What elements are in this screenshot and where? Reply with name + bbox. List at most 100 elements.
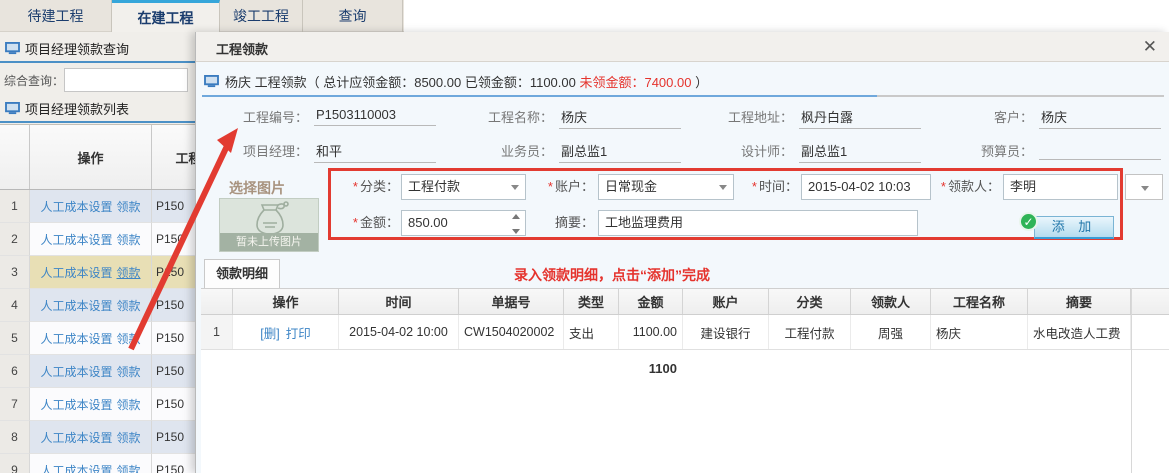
amount-stepper[interactable]: 850.00 — [401, 210, 526, 236]
collect-payment-link[interactable]: 领款 — [117, 462, 141, 473]
time-label: *时间： — [730, 174, 798, 200]
detail-table-panel: 操作时间单据号类型金额账户分类领款人工程名称摘要 1[删]打印2015-04-0… — [201, 288, 1169, 473]
print-link[interactable]: 打印 — [286, 323, 311, 342]
collect-payment-link[interactable]: 领款 — [117, 363, 141, 380]
row-index: 1 — [0, 190, 30, 223]
info-field-value: 副总监1 — [799, 138, 921, 163]
time-input[interactable]: 2015-04-02 10:03 — [801, 174, 931, 200]
labor-cost-setup-link[interactable]: 人工成本设置 — [40, 264, 112, 281]
info-field-label: 工程名称： — [443, 107, 553, 126]
info-field-value: 枫丹白露 — [799, 104, 921, 129]
add-button[interactable]: 添 加 — [1034, 216, 1114, 239]
row-op-cell: 人工成本设置领款 — [30, 190, 152, 223]
delete-link[interactable]: [删] — [260, 323, 279, 342]
sidebar-search-row: 综合查询： — [0, 65, 195, 95]
payee-label: *领款人： — [918, 174, 1000, 200]
info-field: 客户：杨庆 — [921, 104, 1161, 130]
labor-cost-setup-link[interactable]: 人工成本设置 — [40, 198, 112, 215]
row-op-cell: 人工成本设置领款 — [30, 454, 152, 473]
row-op-cell: 人工成本设置领款 — [30, 421, 152, 454]
collect-payment-link[interactable]: 领款 — [117, 231, 141, 248]
category-select[interactable]: 工程付款 — [401, 174, 526, 200]
search-input[interactable] — [64, 68, 188, 92]
info-field-value: 副总监1 — [559, 138, 681, 163]
payee-dropdown-button[interactable] — [1125, 174, 1163, 200]
tab-pending[interactable]: 待建工程 — [0, 0, 112, 32]
row-op-cell: 人工成本设置领款 — [30, 355, 152, 388]
labor-cost-setup-link[interactable]: 人工成本设置 — [40, 330, 112, 347]
collect-payment-link[interactable]: 领款 — [117, 429, 141, 446]
collect-payment-link[interactable]: 领款 — [117, 297, 141, 314]
detail-cell: 1100.00 — [619, 315, 683, 349]
labor-cost-setup-link[interactable]: 人工成本设置 — [40, 462, 112, 473]
sidebar-section-list-title: 项目经理领款列表 — [25, 99, 129, 118]
top-tabbar: 待建工程在建工程竣工工程查询 — [0, 0, 404, 32]
row-index: 7 — [0, 388, 30, 421]
detail-col-header: 金额 — [619, 289, 683, 314]
detail-col-header: 工程名称 — [931, 289, 1028, 314]
detail-table-row: 1[删]打印2015-04-02 10:00CW1504020002支出1100… — [201, 315, 1169, 350]
info-field: 工程名称： 杨庆 — [441, 104, 681, 130]
tab-payment-detail[interactable]: 领款明细 — [204, 259, 280, 288]
detail-col-header: 领款人 — [851, 289, 931, 314]
collect-payment-link[interactable]: 领款 — [117, 330, 141, 347]
modal-titlebar: 工程领款 ✕ — [196, 32, 1169, 62]
chevron-down-icon — [719, 185, 727, 190]
labor-cost-setup-link[interactable]: 人工成本设置 — [40, 429, 112, 446]
row-op-cell: 人工成本设置领款 — [30, 289, 152, 322]
monitor-icon — [5, 42, 20, 55]
tab-in-progress[interactable]: 在建工程 — [112, 0, 220, 32]
info-field-value — [1039, 138, 1161, 160]
category-label: *分类： — [314, 174, 399, 200]
labor-cost-setup-link[interactable]: 人工成本设置 — [40, 396, 112, 413]
info-field-value: 杨庆 — [559, 104, 681, 129]
row-op-cell: 人工成本设置领款 — [30, 256, 152, 289]
detail-col-header: 时间 — [339, 289, 459, 314]
detail-col-header: 单据号 — [459, 289, 564, 314]
row-index: 8 — [0, 421, 30, 454]
detail-col-header: 分类 — [769, 289, 851, 314]
monitor-icon — [204, 75, 219, 88]
image-picker-title: 选择图片 — [229, 178, 285, 198]
info-field: 项目经理：和平 — [196, 138, 436, 164]
collect-payment-link[interactable]: 领款 — [117, 396, 141, 413]
info-field: 工程编号：P1503110003 — [196, 104, 436, 130]
labor-cost-setup-link[interactable]: 人工成本设置 — [40, 297, 112, 314]
close-icon[interactable]: ✕ — [1143, 37, 1157, 57]
memo-input[interactable]: 工地监理费用 — [598, 210, 918, 236]
detail-cell: CW1504020002 — [459, 315, 564, 349]
sidebar-col-index — [0, 125, 30, 189]
stepper-arrows-icon[interactable] — [510, 214, 522, 234]
detail-col-header: 操作 — [233, 289, 339, 314]
detail-cell: 工程付款 — [769, 315, 851, 349]
tab-completed[interactable]: 竣工工程 — [220, 0, 303, 32]
sidebar-section-query-title: 项目经理领款查询 — [25, 39, 129, 58]
image-placeholder[interactable]: 暂未上传图片 — [219, 198, 319, 252]
app-screen: 待建工程在建工程竣工工程查询 项目经理领款查询 综合查询： 项目经理领款列表 操… — [0, 0, 1169, 473]
collect-payment-link[interactable]: 领款 — [117, 264, 141, 281]
row-op-cell: 人工成本设置领款 — [30, 223, 152, 256]
check-icon: ✓ — [1019, 212, 1038, 231]
detail-col-header — [201, 289, 233, 314]
account-select[interactable]: 日常现金 — [598, 174, 734, 200]
account-label: *账户： — [526, 174, 594, 200]
info-field-value: 杨庆 — [1039, 104, 1161, 129]
detail-cell: 1 — [201, 315, 233, 349]
summary-unclaimed: 未领金额：7400.00 — [579, 75, 691, 90]
payee-input[interactable]: 李明 — [1003, 174, 1118, 200]
info-field: 设计师：副总监1 — [681, 138, 921, 164]
labor-cost-setup-link[interactable]: 人工成本设置 — [40, 231, 112, 248]
detail-cell: 建设银行 — [683, 315, 769, 349]
labor-cost-setup-link[interactable]: 人工成本设置 — [40, 363, 112, 380]
collect-payment-link[interactable]: 领款 — [117, 198, 141, 215]
search-label: 综合查询： — [0, 72, 64, 89]
detail-op-cell: [删] 打印 — [233, 315, 339, 349]
tab-query[interactable]: 查询 — [303, 0, 403, 32]
sidebar-section-list: 项目经理领款列表 — [0, 96, 195, 123]
info-field-label: 工程地址： — [683, 107, 793, 126]
info-field: 预算员： — [921, 138, 1161, 164]
sidebar-section-query: 项目经理领款查询 — [0, 36, 195, 63]
detail-col-header: 账户 — [683, 289, 769, 314]
row-index: 5 — [0, 322, 30, 355]
monitor-icon — [5, 102, 20, 115]
